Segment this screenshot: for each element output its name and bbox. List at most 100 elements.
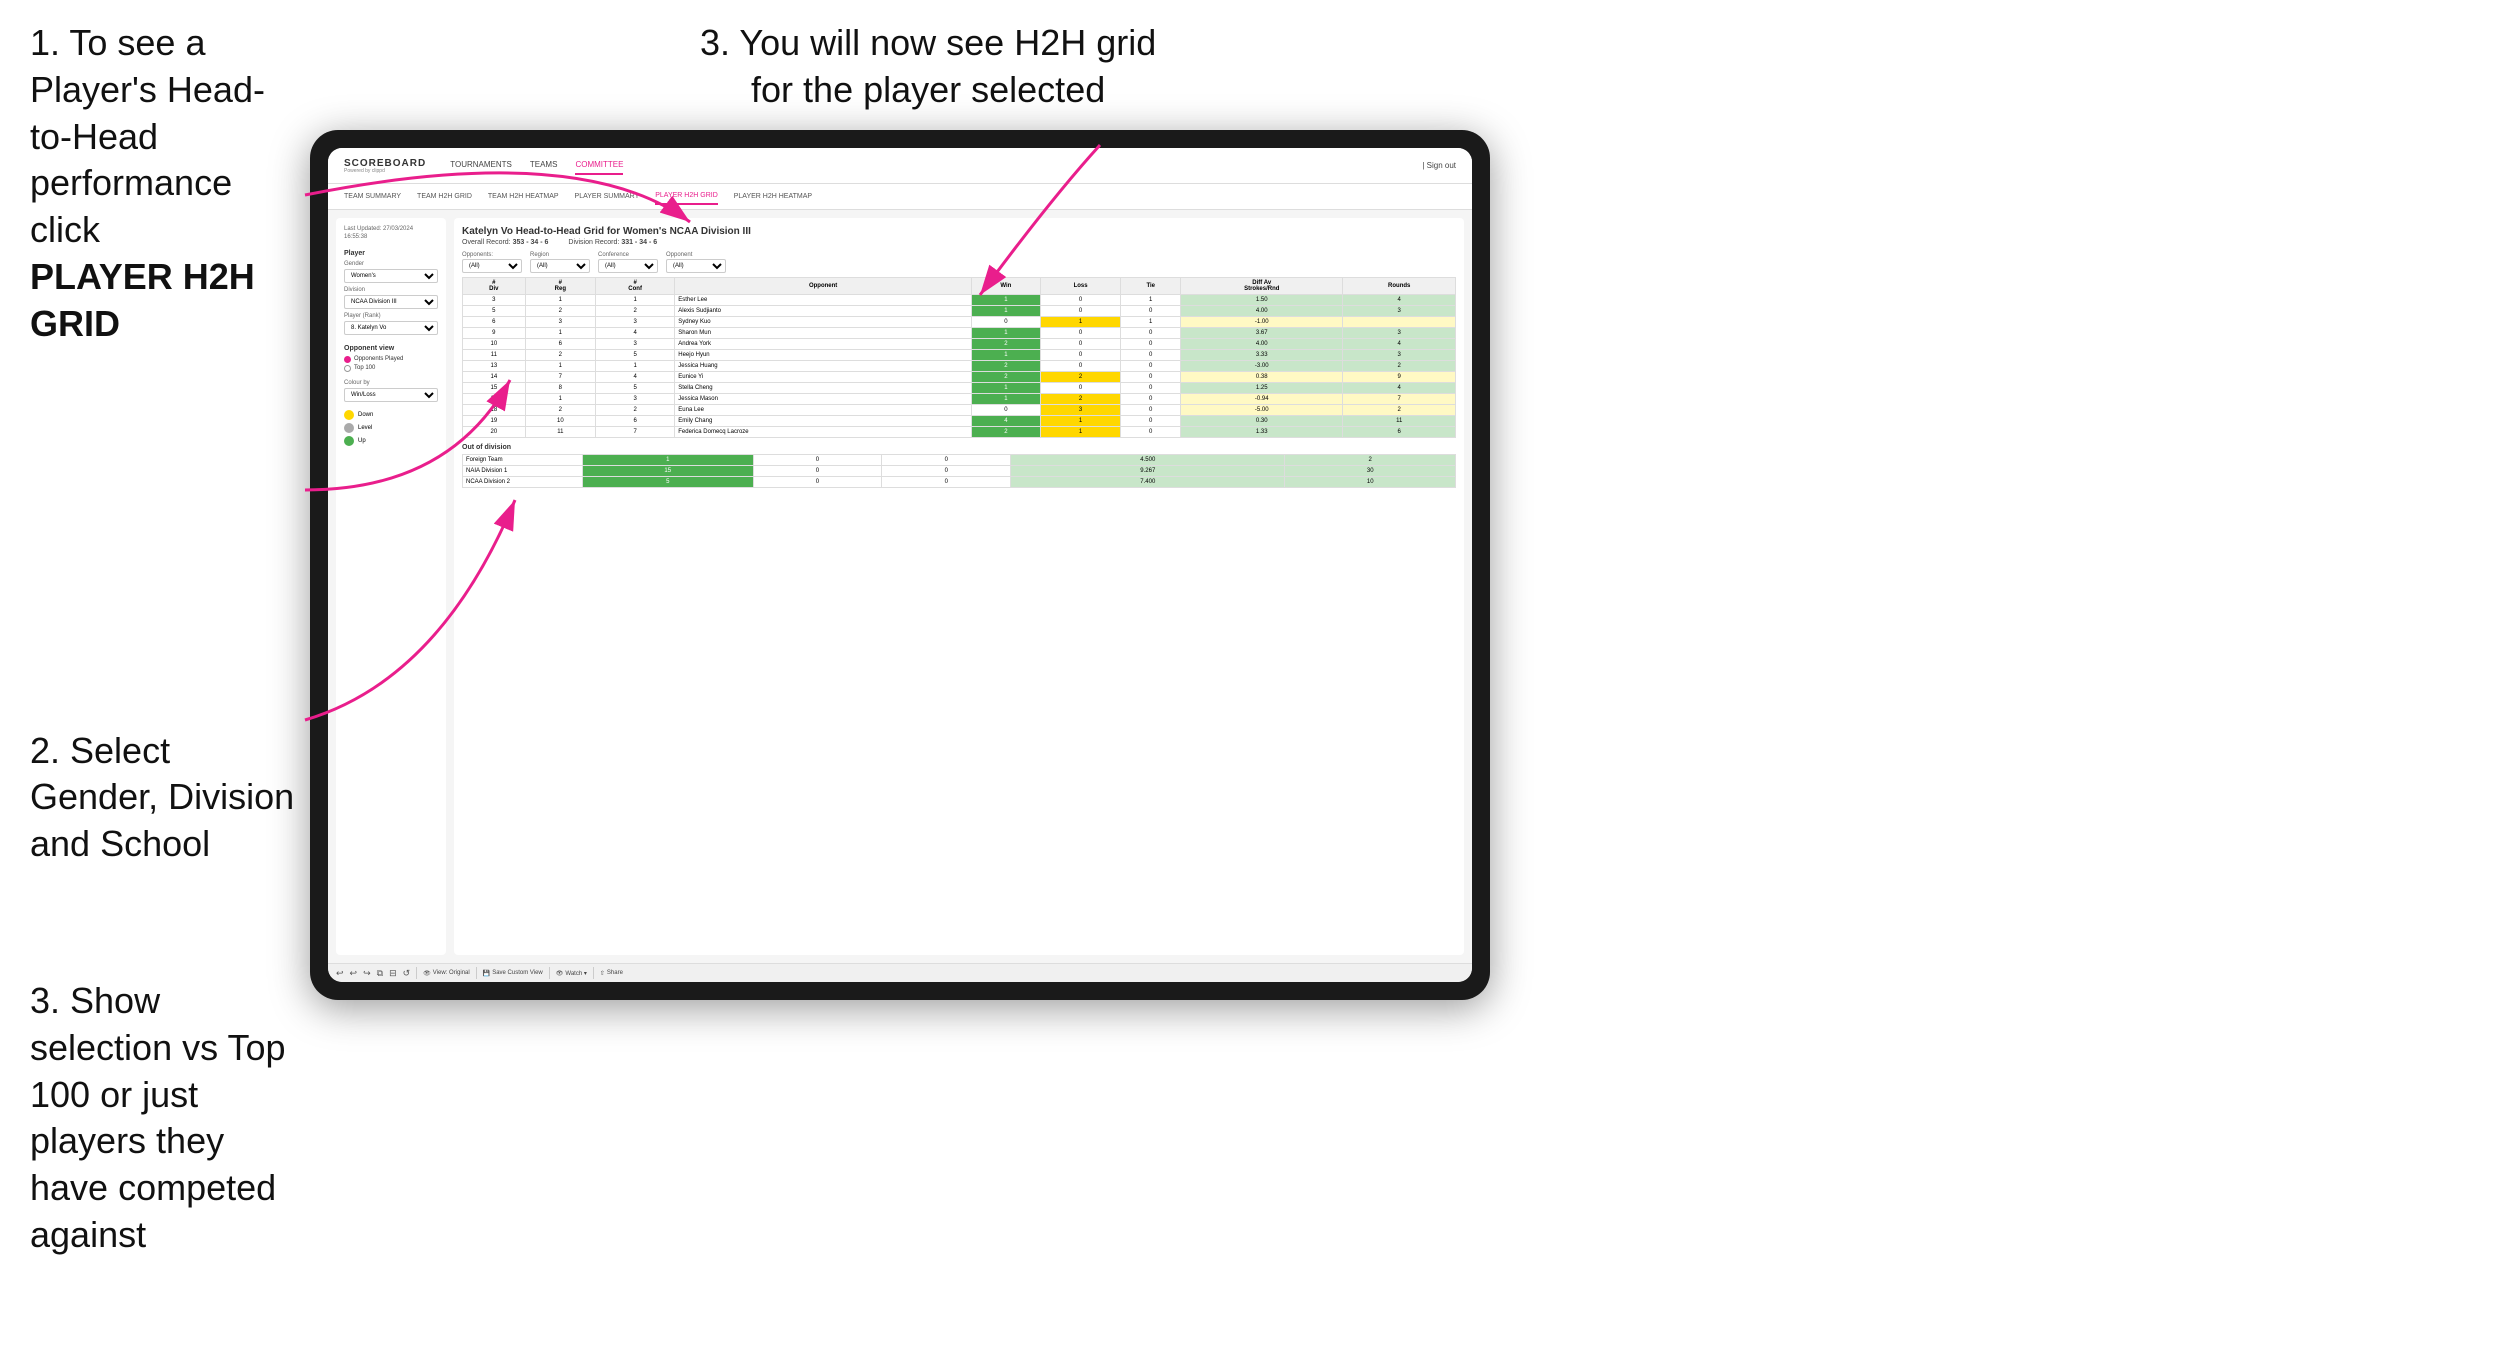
cell-win: 1 [971, 394, 1040, 405]
gender-select[interactable]: Women's [344, 269, 438, 283]
right-panel: Katelyn Vo Head-to-Head Grid for Women's… [454, 218, 1464, 955]
cell-reg: 1 [525, 295, 595, 306]
player-rank-label: Player (Rank) [344, 313, 438, 319]
redo-icon[interactable]: ↪ [363, 968, 371, 979]
player-rank-select[interactable]: 8. Katelyn Vo [344, 321, 438, 335]
nav-teams[interactable]: TEAMS [530, 156, 558, 175]
table-row: 18 2 2 Euna Lee 0 3 0 -5.00 2 [463, 405, 1456, 416]
instruction-1-text: 1. To see a Player's Head-to-Head perfor… [30, 20, 300, 348]
cell-loss: 0 [1040, 350, 1121, 361]
watch-label: Watch ▾ [565, 970, 586, 977]
radio-top-100[interactable]: Top 100 [344, 365, 438, 372]
ood-table-row: NAIA Division 1 15 0 0 9.267 30 [463, 466, 1456, 477]
cell-conf: 2 [596, 405, 675, 416]
cell-diff: 3.67 [1181, 328, 1343, 339]
left-panel: Last Updated: 27/03/202416:55:38 Player … [336, 218, 446, 955]
nav-links: TOURNAMENTS TEAMS COMMITTEE [450, 156, 1422, 175]
cell-diff: 1.50 [1181, 295, 1343, 306]
view-icon: 👁 [423, 970, 431, 977]
share-btn[interactable]: ⇧ Share [600, 970, 623, 977]
sub-nav-player-summary[interactable]: PLAYER SUMMARY [575, 189, 640, 204]
cell-conf: 5 [596, 350, 675, 361]
cell-tie: 0 [1121, 350, 1181, 361]
copy-icon[interactable]: ⧉ [377, 968, 383, 979]
filter-conference-select[interactable]: (All) [598, 259, 658, 273]
cell-reg: 1 [525, 328, 595, 339]
nav-sign-out[interactable]: | Sign out [1422, 161, 1456, 170]
sub-nav-team-summary[interactable]: TEAM SUMMARY [344, 189, 401, 204]
legend-label-level: Level [358, 425, 372, 431]
cell-reg: 7 [525, 372, 595, 383]
instruction-2: 2. Select Gender, Division and School [30, 728, 300, 868]
division-select[interactable]: NCAA Division III [344, 295, 438, 309]
sub-nav-team-h2h-grid[interactable]: TEAM H2H GRID [417, 189, 472, 204]
cell-rounds: 3 [1343, 328, 1456, 339]
filter-opponents-select[interactable]: (All) [462, 259, 522, 273]
cell-diff: 1.25 [1181, 383, 1343, 394]
filter-region-select[interactable]: (All) [530, 259, 590, 273]
cell-rounds: 3 [1343, 350, 1456, 361]
ood-cell-tie: 0 [882, 466, 1011, 477]
cell-win: 2 [971, 372, 1040, 383]
instruction-1-bold: PLAYER H2H GRID [30, 256, 255, 344]
view-original-btn[interactable]: 👁 View: Original [423, 970, 470, 977]
ood-cell-win: 1 [583, 455, 754, 466]
nav-committee[interactable]: COMMITTEE [575, 156, 623, 175]
table-row: 16 1 3 Jessica Mason 1 2 0 -0.94 7 [463, 394, 1456, 405]
cell-opponent: Jessica Mason [675, 394, 972, 405]
ood-cell-loss: 0 [753, 466, 882, 477]
colour-by-select[interactable]: Win/Loss [344, 388, 438, 402]
cell-rounds: 3 [1343, 306, 1456, 317]
save-custom-view-btn[interactable]: 💾 Save Custom View [483, 970, 543, 977]
cell-conf: 3 [596, 339, 675, 350]
radio-label-opponents: Opponents Played [354, 356, 403, 362]
th-diff: Diff AvStrokes/Rnd [1181, 278, 1343, 295]
tablet-device: SCOREBOARD Powered by clippd TOURNAMENTS… [310, 130, 1490, 1000]
h2h-table: #Div #Reg #Conf Opponent Win Loss Tie Di… [462, 277, 1456, 438]
table-row: 14 7 4 Eunice Yi 2 2 0 0.38 9 [463, 372, 1456, 383]
ood-cell-rounds: 2 [1285, 455, 1456, 466]
refresh-icon[interactable]: ↺ [403, 968, 411, 979]
legend-down: Down [344, 410, 438, 420]
sub-nav: TEAM SUMMARY TEAM H2H GRID TEAM H2H HEAT… [328, 184, 1472, 210]
cell-diff: -3.00 [1181, 361, 1343, 372]
radio-opponents-played[interactable]: Opponents Played [344, 356, 438, 363]
sub-nav-team-h2h-heatmap[interactable]: TEAM H2H HEATMAP [488, 189, 559, 204]
cell-div: 15 [463, 383, 526, 394]
undo2-icon[interactable]: ↩ [350, 968, 358, 979]
cell-div: 10 [463, 339, 526, 350]
watch-btn[interactable]: 👁 Watch ▾ [556, 970, 587, 977]
legend-up: Up [344, 436, 438, 446]
legend-dot-down [344, 410, 354, 420]
cell-tie: 0 [1121, 383, 1181, 394]
cell-diff: -0.94 [1181, 394, 1343, 405]
cell-conf: 3 [596, 394, 675, 405]
th-win: Win [971, 278, 1040, 295]
nav-tournaments[interactable]: TOURNAMENTS [450, 156, 512, 175]
filter-opponent-select[interactable]: (All) [666, 259, 726, 273]
cell-reg: 10 [525, 416, 595, 427]
cell-reg: 3 [525, 317, 595, 328]
cell-conf: 6 [596, 416, 675, 427]
cell-loss: 0 [1040, 339, 1121, 350]
table-container: #Div #Reg #Conf Opponent Win Loss Tie Di… [462, 277, 1456, 947]
instruction-2-text: 2. Select Gender, Division and School [30, 728, 300, 868]
table-row: 20 11 7 Federica Domecq Lacroze 2 1 0 1.… [463, 427, 1456, 438]
ood-cell-opponent: Foreign Team [463, 455, 583, 466]
cell-loss: 3 [1040, 405, 1121, 416]
paste-icon[interactable]: ⊟ [389, 968, 397, 979]
cell-opponent: Eunice Yi [675, 372, 972, 383]
cell-opponent: Euna Lee [675, 405, 972, 416]
cell-opponent: Jessica Huang [675, 361, 972, 372]
table-row: 6 3 3 Sydney Kuo 0 1 1 -1.00 [463, 317, 1456, 328]
cell-win: 4 [971, 416, 1040, 427]
sub-nav-player-h2h-grid[interactable]: PLAYER H2H GRID [655, 188, 718, 205]
nav-bar: SCOREBOARD Powered by clippd TOURNAMENTS… [328, 148, 1472, 184]
sub-nav-player-h2h-heatmap[interactable]: PLAYER H2H HEATMAP [734, 189, 812, 204]
cell-div: 19 [463, 416, 526, 427]
cell-rounds: 11 [1343, 416, 1456, 427]
bottom-toolbar: ↩ ↩ ↪ ⧉ ⊟ ↺ 👁 View: Original 💾 Save Cust… [328, 963, 1472, 982]
cell-win: 1 [971, 306, 1040, 317]
undo-icon[interactable]: ↩ [336, 968, 344, 979]
cell-loss: 1 [1040, 317, 1121, 328]
